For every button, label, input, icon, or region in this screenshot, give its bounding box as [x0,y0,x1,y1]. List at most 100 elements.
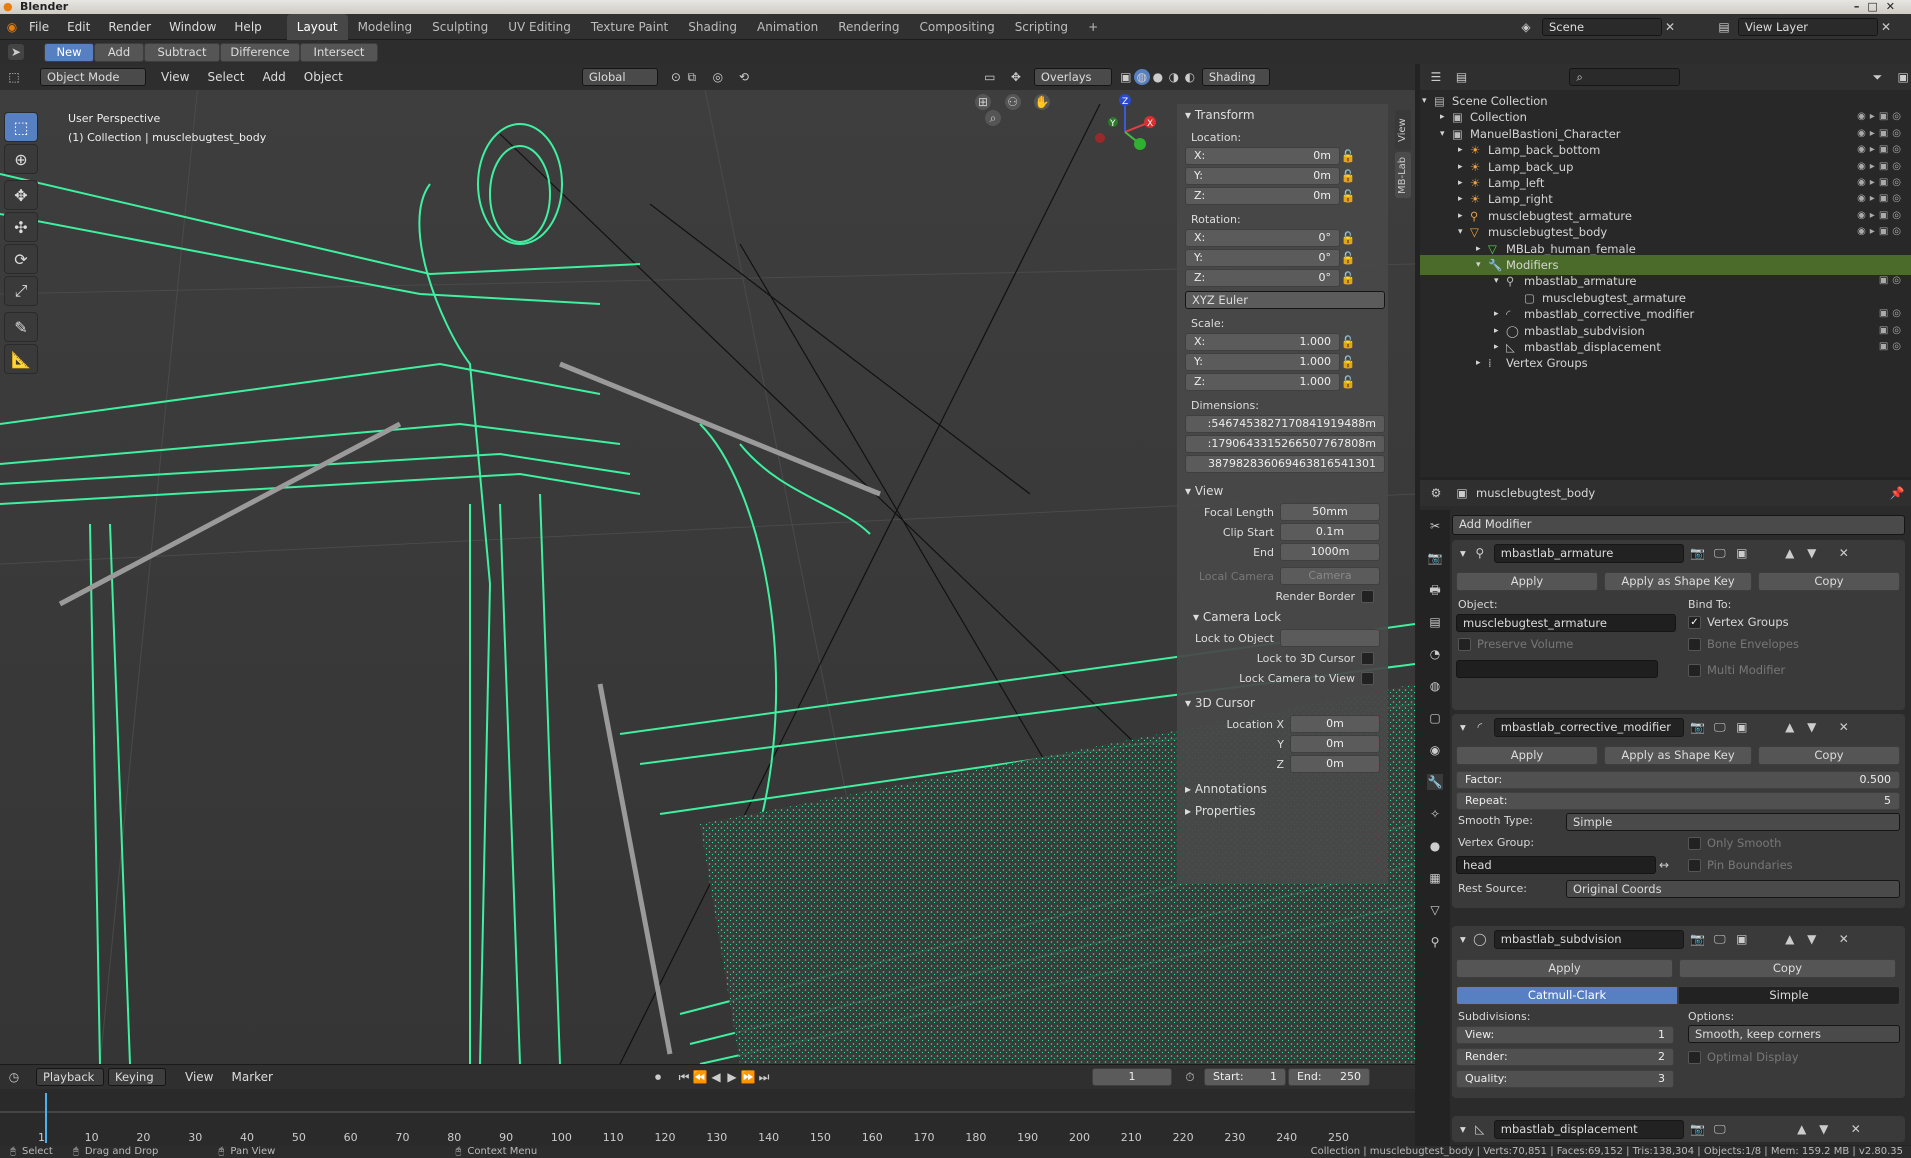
rotate-tool-icon[interactable]: ⟳ [4,244,38,274]
properties-header[interactable]: ▸ Properties [1177,800,1388,822]
bone-envelopes-checkbox[interactable] [1688,637,1701,651]
modifier-name-field[interactable]: mbastlab_corrective_modifier [1493,717,1684,737]
view-panel-header[interactable]: ▾ View [1177,480,1388,502]
viewport-menu-select[interactable]: Select [198,70,253,84]
viewport-menu-view[interactable]: View [152,70,198,84]
editor-type-icon[interactable]: ☰ [1428,69,1444,85]
move-up-icon[interactable]: ▲ [1782,931,1798,947]
editor-type-icon[interactable]: ◷ [6,1069,22,1085]
location-x-row[interactable]: X: 0m 🔓 [1177,146,1388,166]
wireframe-shading-icon[interactable]: ◍ [1133,69,1150,85]
modifier-name-field[interactable]: mbastlab_subdvision [1493,929,1684,949]
particles-tab-icon[interactable]: ✧ [1427,806,1443,822]
repeat-value[interactable]: 5 [1884,793,1891,809]
tab-mblab[interactable]: MB-Lab [1395,152,1411,198]
close-icon[interactable]: ✕ [1836,931,1852,947]
cursor-x-field[interactable]: 0m [1290,715,1380,733]
vertex-group-field[interactable]: head [1456,856,1656,874]
copy-button[interactable]: Copy [1758,572,1900,591]
scale-tool-icon[interactable]: ⤢ [4,276,38,306]
playhead[interactable] [45,1093,47,1143]
location-z-value[interactable]: 0m [1313,188,1331,204]
pivot-icon[interactable]: ⊙ [668,69,684,85]
cursor-z-field[interactable]: 0m [1290,755,1380,773]
rest-source-dropdown[interactable]: Original Coords [1566,880,1900,898]
collapse-icon[interactable]: ▾ [1460,1122,1466,1136]
cursor-tool-icon[interactable]: ⊕ [4,144,38,174]
lock-icon[interactable]: 🔓 [1340,188,1356,204]
rotation-z-row[interactable]: Z: 0° 🔓 [1177,268,1388,288]
collapse-icon[interactable]: ▾ [1460,546,1466,560]
lock-icon[interactable]: 🔓 [1340,148,1356,164]
tab-animation[interactable]: Animation [747,14,828,40]
editmode-icon[interactable]: ▣ [1734,931,1750,947]
lock-icon[interactable]: 🔓 [1340,354,1356,370]
scene-name-field[interactable]: Scene [1542,18,1662,36]
close-icon[interactable]: ✕ [1836,545,1852,561]
rotation-mode-dropdown[interactable]: XYZ Euler [1185,291,1385,309]
tab-uv-editing[interactable]: UV Editing [498,14,581,40]
camera-icon[interactable]: 📷 [1690,545,1706,561]
timeline-menu-marker[interactable]: Marker [222,1070,281,1084]
move-down-icon[interactable]: ▼ [1804,545,1820,561]
play-icon[interactable]: ▶ [724,1069,740,1085]
scale-x-row[interactable]: X: 1.000 🔓 [1177,332,1388,352]
axis-gizmo[interactable]: X Y Z [1090,92,1160,162]
record-icon[interactable]: ⏺ [650,1069,666,1085]
multi-modifier-checkbox[interactable] [1688,663,1701,677]
intersect-button[interactable]: Intersect [300,42,378,62]
rotation-y-row[interactable]: Y: 0° 🔓 [1177,248,1388,268]
toggle-camera-icon[interactable]: ⊞ [975,94,991,110]
scale-z-value[interactable]: 1.000 [1300,374,1332,390]
world-tab-icon[interactable]: ◍ [1427,678,1443,694]
data-tab-icon[interactable]: ▽ [1427,902,1443,918]
editmode-icon[interactable]: ▣ [1734,719,1750,735]
dimension-y-value[interactable]: :179064331526650776780​8m [1185,435,1385,453]
display-mode-icon[interactable]: ▤ [1454,69,1470,85]
smooth-type-dropdown[interactable]: Simple [1566,813,1900,831]
viewport-menu-object[interactable]: Object [295,70,352,84]
apply-shape-key-button[interactable]: Apply as Shape Key [1604,746,1752,765]
close-icon[interactable]: ✕ [1878,19,1894,35]
uv-smooth-dropdown[interactable]: Smooth, keep corners [1688,1025,1900,1043]
optimal-display-checkbox[interactable] [1688,1050,1701,1064]
add-button[interactable]: Add [94,42,144,62]
current-frame-field[interactable]: 1 [1091,1068,1172,1086]
lock-icon[interactable]: 🔓 [1340,334,1356,350]
dimension-x-value[interactable]: :546745382717084191948​8m [1185,415,1385,433]
shading-dropdown[interactable]: Shading [1201,68,1270,86]
lock-to-cursor-checkbox[interactable] [1361,651,1374,665]
cursor-y-field[interactable]: 0m [1290,735,1380,753]
rotation-z-value[interactable]: 0° [1319,270,1332,286]
material-shading-icon[interactable]: ◑ [1166,69,1182,85]
apply-button[interactable]: Apply [1456,746,1598,765]
jump-start-icon[interactable]: ⏮ [676,1069,692,1085]
texture-tab-icon[interactable]: ▦ [1427,870,1443,886]
factor-value[interactable]: 0.500 [1860,772,1892,788]
move-down-icon[interactable]: ▼ [1804,931,1820,947]
next-key-icon[interactable]: ⏩ [740,1069,756,1085]
snap-icon[interactable]: ⧉ [684,69,700,85]
apply-button[interactable]: Apply [1456,572,1598,591]
physics-tab-icon[interactable]: ◉ [1427,742,1443,758]
tab-sculpting[interactable]: Sculpting [422,14,498,40]
close-icon[interactable]: ✕ [1662,19,1678,35]
blender-menu-icon[interactable]: ◉ [4,19,20,35]
tool-tab-icon[interactable]: ✂ [1427,518,1443,534]
lock-to-object-field[interactable] [1280,629,1380,647]
tab-shading[interactable]: Shading [678,14,747,40]
camera-icon[interactable]: 📷 [1690,931,1706,947]
view-layer-tab-icon[interactable]: ▤ [1427,614,1443,630]
scene-tab-icon[interactable]: ◔ [1427,646,1443,662]
close-icon[interactable]: ✕ [1848,1121,1864,1137]
close-icon[interactable]: ✕ [1836,719,1852,735]
copy-button[interactable]: Copy [1679,959,1896,978]
end-frame-value[interactable]: 250 [1340,1069,1361,1085]
scale-x-value[interactable]: 1.000 [1300,334,1332,350]
lock-camera-view-checkbox[interactable] [1361,671,1374,685]
camera-lock-header[interactable]: ▾ Camera Lock [1177,606,1388,628]
monitor-icon[interactable]: 🖵 [1712,545,1728,561]
pan-hand-icon[interactable]: ✋ [1034,94,1051,110]
xray-icon[interactable]: ▣ [1118,69,1134,85]
orientation-dropdown[interactable]: Global [581,68,658,86]
